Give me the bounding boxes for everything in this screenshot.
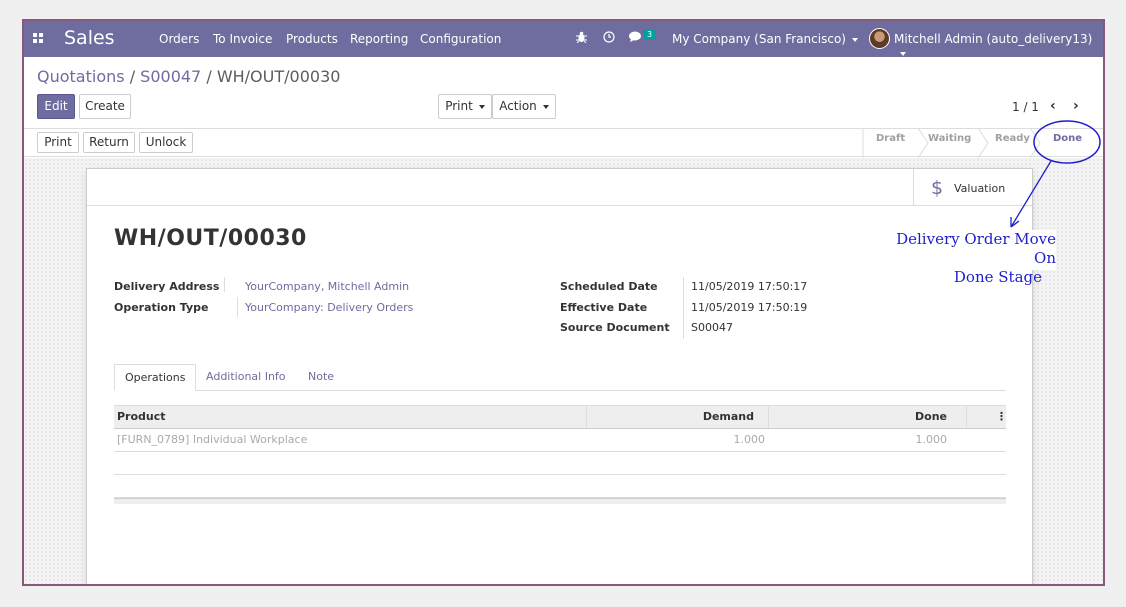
stage-draft[interactable]: Draft: [876, 133, 905, 153]
notebook-tabs: Operations Additional Info Note: [114, 364, 1006, 391]
edit-button[interactable]: Edit: [37, 94, 75, 119]
breadcrumb-separator: /: [129, 67, 136, 86]
row-product: [FURN_0789] Individual Workplace: [117, 433, 308, 446]
valuation-button[interactable]: $ Valuation: [913, 169, 1032, 206]
user-menu[interactable]: Mitchell Admin (auto_delivery13): [894, 32, 1103, 60]
optional-columns-icon[interactable]: ⋮: [996, 406, 1007, 428]
column-done[interactable]: Done: [847, 406, 947, 428]
table-header: Product Demand Done ⋮: [114, 405, 1007, 429]
chevron-down-icon: [478, 104, 485, 109]
action-dropdown[interactable]: Action: [492, 94, 556, 119]
company-switcher[interactable]: My Company (San Francisco): [672, 32, 858, 46]
app-name: Sales: [64, 27, 115, 49]
print-button[interactable]: Print: [37, 132, 79, 153]
column-divider: [768, 406, 769, 428]
breadcrumb-sale-order[interactable]: S00047: [140, 67, 201, 86]
print-dropdown[interactable]: Print: [438, 94, 492, 119]
column-product[interactable]: Product: [117, 406, 166, 428]
scheduled-date-label: Scheduled Date: [560, 280, 658, 293]
annotation-callout: Delivery Order Move On Done Stage: [890, 230, 1056, 286]
stage-waiting[interactable]: Waiting: [928, 133, 971, 153]
print-dropdown-label: Print: [445, 99, 473, 113]
pager-previous-icon[interactable]: ‹: [1050, 98, 1056, 114]
unlock-button[interactable]: Unlock: [139, 132, 193, 153]
chevron-down-icon: [851, 37, 858, 42]
apps-menu-icon[interactable]: [33, 33, 45, 44]
table-row[interactable]: [FURN_0789] Individual Workplace 1.000 1…: [114, 429, 1006, 452]
source-document-value: S00047: [691, 321, 733, 334]
delivery-address-value[interactable]: YourCompany, Mitchell Admin: [245, 280, 409, 293]
user-avatar[interactable]: [869, 28, 890, 49]
effective-date-value: 11/05/2019 17:50:19: [691, 301, 808, 314]
menu-products[interactable]: Products: [286, 32, 338, 46]
row-demand: 1.000: [733, 433, 766, 446]
scheduled-date-value: 11/05/2019 17:50:17: [691, 280, 808, 293]
valuation-label: Valuation: [954, 182, 1006, 195]
row-done: 1.000: [915, 433, 948, 446]
operations-table: Product Demand Done ⋮ [FURN_0789] Indivi…: [114, 405, 1007, 504]
return-button[interactable]: Return: [83, 132, 135, 153]
company-name: My Company (San Francisco): [672, 32, 846, 46]
menu-orders[interactable]: Orders: [159, 32, 199, 46]
column-demand[interactable]: Demand: [654, 406, 754, 428]
annotation-line1: Delivery Order Move On: [896, 230, 1056, 267]
table-footer: [114, 498, 1006, 504]
messages-chat-icon[interactable]: [629, 31, 643, 46]
delivery-address-label: Delivery Address: [114, 280, 220, 293]
chevron-down-icon: [542, 104, 549, 109]
field-divider: [224, 277, 225, 292]
source-document-label: Source Document: [560, 321, 670, 334]
chevron-down-icon: [900, 51, 906, 56]
stage-ready[interactable]: Ready: [995, 133, 1030, 153]
breadcrumb-current: WH/OUT/00030: [216, 67, 341, 86]
field-divider: [683, 277, 684, 339]
operation-type-label: Operation Type: [114, 301, 209, 314]
table-row-empty: [114, 475, 1006, 498]
operation-type-value[interactable]: YourCompany: Delivery Orders: [245, 301, 413, 314]
annotation-line2: Done Stage: [953, 268, 1042, 286]
menu-configuration[interactable]: Configuration: [420, 32, 501, 46]
create-button[interactable]: Create: [79, 94, 131, 119]
breadcrumb: Quotations / S00047 / WH/OUT/00030: [37, 67, 340, 86]
effective-date-label: Effective Date: [560, 301, 648, 314]
dollar-icon: $: [931, 177, 944, 199]
tab-operations[interactable]: Operations: [114, 364, 197, 391]
field-divider: [237, 297, 238, 317]
tab-note[interactable]: Note: [298, 364, 344, 391]
debug-bug-icon[interactable]: [576, 31, 587, 46]
breadcrumb-separator: /: [206, 67, 212, 86]
app-window: Sales Orders To Invoice Products Reporti…: [22, 19, 1105, 586]
messages-count-badge: 3: [643, 29, 656, 40]
action-dropdown-label: Action: [499, 99, 537, 113]
menu-to-invoice[interactable]: To Invoice: [213, 32, 272, 46]
breadcrumb-quotations[interactable]: Quotations: [37, 67, 125, 86]
pager-next-icon[interactable]: ›: [1073, 98, 1079, 114]
column-divider: [966, 406, 967, 428]
user-name: Mitchell Admin (auto_delivery13): [894, 32, 1093, 46]
tab-additional-info[interactable]: Additional Info: [196, 364, 296, 391]
button-box: $ Valuation: [87, 169, 1032, 206]
top-navbar: Sales Orders To Invoice Products Reporti…: [24, 21, 1103, 57]
record-title: WH/OUT/00030: [114, 226, 307, 251]
pager-value[interactable]: 1 / 1: [1012, 100, 1039, 114]
activity-clock-icon[interactable]: [603, 31, 615, 46]
column-divider: [586, 406, 587, 428]
stage-done[interactable]: Done: [1053, 133, 1082, 153]
menu-reporting[interactable]: Reporting: [350, 32, 408, 46]
table-row-empty: [114, 452, 1006, 475]
